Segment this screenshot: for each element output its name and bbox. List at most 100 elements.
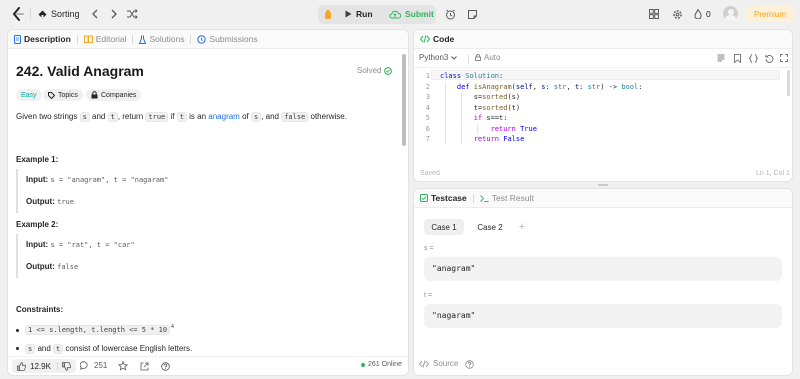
play-icon	[345, 10, 352, 18]
input-label: Input:	[26, 175, 49, 184]
star-icon[interactable]	[117, 360, 129, 372]
var-t-input[interactable]: "nagaram"	[424, 304, 782, 328]
inline-code: t	[53, 344, 64, 354]
format-icon[interactable]	[716, 53, 726, 63]
companies-label: Companies	[101, 91, 137, 99]
checkbox-icon	[420, 194, 428, 202]
share-icon[interactable]	[138, 360, 150, 372]
premium-label: Premium	[753, 9, 786, 19]
inline-code: true	[145, 112, 169, 122]
code-line: if s==t:	[473, 114, 508, 122]
submit-button[interactable]: Submit	[389, 9, 434, 19]
prev-problem-icon[interactable]	[90, 8, 100, 20]
timer-icon[interactable]	[444, 7, 457, 21]
example-1-output: Output: true	[26, 197, 74, 206]
plus-icon: +	[518, 221, 526, 233]
premium-button[interactable]: Premium	[746, 6, 794, 22]
comments-button[interactable]: 251	[80, 361, 107, 370]
scrollbar[interactable]	[402, 54, 406, 146]
difficulty-label: Easy	[21, 91, 37, 99]
tab-description[interactable]: Description	[8, 30, 77, 49]
code-icon	[419, 359, 429, 368]
tab-description-label: Description	[24, 34, 71, 44]
line-number: 5	[425, 114, 430, 122]
tab-test-result[interactable]: Test Result	[474, 189, 540, 208]
statement-text: and	[89, 112, 108, 121]
statement-text: of	[239, 112, 251, 121]
braces-icon[interactable]	[748, 53, 758, 63]
help-icon[interactable]	[159, 360, 171, 372]
keyword: class	[440, 72, 462, 80]
inline-code: t	[176, 112, 187, 122]
resize-handle[interactable]	[598, 184, 608, 186]
problem-list-button[interactable]: Sorting	[38, 9, 80, 19]
online-dot-icon	[361, 362, 365, 367]
expand-icon[interactable]	[779, 53, 789, 63]
editor-scrollbar[interactable]	[787, 70, 790, 96]
add-case-button[interactable]: +	[516, 219, 528, 235]
statement-text: , return	[117, 112, 146, 121]
anagram-link[interactable]: anagram	[208, 112, 240, 121]
var-t-value: "nagaram"	[432, 311, 476, 320]
topics-button[interactable]: Topics	[43, 89, 83, 101]
document-icon	[14, 34, 21, 44]
tab-submissions[interactable]: Submissions	[191, 30, 263, 49]
example-1-block: Input: s = "anagram", t = "nagaram" Outp…	[16, 169, 266, 213]
next-problem-icon[interactable]	[109, 8, 119, 20]
solved-status-label: Solved	[357, 66, 382, 75]
testcase-panel: Testcase Test Result Case 1 Case 2 + s =…	[413, 188, 793, 376]
online-count: 261 Online	[368, 361, 402, 368]
code-icon	[420, 35, 430, 43]
tab-editorial[interactable]: Editorial	[78, 30, 133, 49]
reset-icon[interactable]	[764, 53, 774, 63]
tab-code[interactable]: Code	[414, 30, 460, 49]
notes-icon[interactable]	[466, 7, 479, 21]
leetcode-logo[interactable]	[12, 7, 24, 21]
run-button[interactable]: Run	[345, 9, 373, 19]
inline-code: s	[25, 344, 36, 354]
difficulty-badge: Easy	[16, 89, 42, 101]
class-name: Solution	[465, 72, 500, 80]
tab-solutions-label: Solutions	[149, 34, 185, 44]
thumbs-down-icon[interactable]	[62, 361, 71, 371]
likes-button[interactable]: 12.9K	[12, 359, 76, 373]
check-circle-icon	[384, 66, 393, 75]
constraint-exponent: 4	[171, 324, 174, 330]
var-s-value: "anagram"	[432, 264, 476, 273]
language-label: Python3	[419, 53, 449, 62]
case-1-label: Case 1	[431, 222, 457, 232]
companies-button[interactable]: Companies	[86, 89, 142, 101]
divider	[30, 8, 31, 20]
constraint-item: s and t consist of lowercase English let…	[16, 344, 192, 354]
code-line: t=sorted(t)	[440, 103, 521, 112]
code-line: return False	[473, 135, 525, 143]
debug-icon[interactable]	[322, 8, 334, 20]
var-s-label: s =	[424, 245, 434, 252]
settings-gear-icon[interactable]	[671, 8, 683, 20]
case-1-tab[interactable]: Case 1	[424, 219, 464, 235]
submit-label: Submit	[405, 9, 434, 19]
tab-testcase-label: Testcase	[431, 193, 467, 203]
language-select[interactable]: Python3	[419, 53, 458, 62]
description-panel: Description Editorial Solutions Submissi…	[7, 29, 409, 376]
constraints-title: Constraints:	[16, 305, 64, 314]
cloud-upload-icon	[389, 10, 401, 19]
source-button[interactable]: Source	[419, 359, 458, 368]
shuffle-icon[interactable]	[126, 8, 138, 20]
case-2-tab[interactable]: Case 2	[470, 219, 510, 235]
tab-solutions[interactable]: Solutions	[133, 30, 190, 49]
tab-testcase[interactable]: Testcase	[414, 189, 473, 208]
bookmark-icon[interactable]	[732, 53, 742, 63]
var-s-input[interactable]: "anagram"	[424, 257, 782, 281]
avatar[interactable]	[723, 6, 738, 21]
layout-icon[interactable]	[648, 8, 660, 20]
chevron-down-icon	[451, 55, 458, 60]
auto-mode-label: Auto	[484, 53, 501, 62]
lock-icon	[475, 54, 481, 61]
auto-mode[interactable]: Auto	[475, 53, 500, 62]
solved-status: Solved	[357, 66, 393, 75]
example-2-title: Example 2:	[16, 220, 59, 229]
streak-button[interactable]: 0	[694, 9, 711, 19]
code-saved-status: Saved	[420, 170, 440, 177]
help-icon[interactable]	[464, 359, 474, 369]
